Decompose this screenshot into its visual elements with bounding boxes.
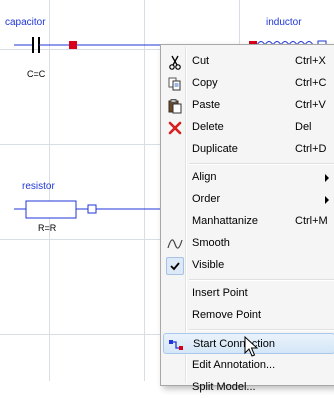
menu-separator [189,279,334,281]
resistor-param: R=R [38,223,57,233]
menu-item-label: Visible [192,259,225,271]
menu-item-label: Remove Point [192,309,262,321]
menu-item-label: Manhattanize [192,215,259,227]
menu-item-label: Edit Annotation... [192,359,276,371]
menu-separator [189,163,334,165]
connection-icon [167,336,185,354]
context-menu: Cut Ctrl+X Copy Ctrl+C Paste Ctrl+V Dele… [160,44,334,393]
inductor-name: inductor [266,17,302,28]
menu-item-align[interactable]: Align [163,167,334,188]
capacitor-port-right[interactable] [69,41,77,49]
menu-item-copy[interactable]: Copy Ctrl+C [163,73,334,94]
menu-item-shortcut: Ctrl+V [295,99,326,111]
menu-item-remove-point[interactable]: Remove Point [163,305,334,326]
menu-item-cut[interactable]: Cut Ctrl+X [163,51,334,72]
menu-item-insert-point[interactable]: Insert Point [163,283,334,304]
submenu-arrow-icon [325,196,329,204]
menu-item-label: Copy [192,77,218,89]
menu-separator [189,329,334,331]
menu-item-manhattanize[interactable]: Manhattanize Ctrl+M [163,211,334,232]
menu-item-paste[interactable]: Paste Ctrl+V [163,95,334,116]
menu-item-split-model[interactable]: Split Model... [163,377,334,398]
menu-item-edit-annotation[interactable]: Edit Annotation... [163,355,334,376]
menu-item-visible[interactable]: Visible [163,255,334,276]
smooth-curve-icon [166,235,184,253]
delete-x-icon [166,119,184,137]
menu-item-shortcut: Del [295,121,312,133]
capacitor-param: C=C [27,69,46,79]
menu-item-delete[interactable]: Delete Del [163,117,334,138]
menu-item-shortcut: Ctrl+M [295,215,328,227]
capacitor-name: capacitor [5,17,46,28]
scissors-icon [166,53,184,71]
menu-item-label: Align [192,171,217,183]
resistor-symbol[interactable] [14,200,160,219]
menu-item-label: Insert Point [192,287,248,299]
menu-item-label: Smooth [192,237,230,249]
menu-item-label: Cut [192,55,210,67]
menu-item-label: Delete [192,121,224,133]
checkmark-icon [166,257,184,275]
menu-item-label: Order [192,193,221,205]
submenu-arrow-icon [325,174,329,182]
menu-item-label: Split Model... [192,381,256,393]
menu-item-label: Duplicate [192,143,238,155]
menu-item-shortcut: Ctrl+C [295,77,327,89]
menu-item-order[interactable]: Order [163,189,334,210]
menu-item-shortcut: Ctrl+X [295,55,326,67]
menu-item-label: Paste [192,99,221,111]
menu-item-label: Start Connection [193,338,275,350]
paste-icon [166,97,184,115]
menu-item-smooth[interactable]: Smooth [163,233,334,254]
copy-icon [166,75,184,93]
menu-item-shortcut: Ctrl+D [295,143,327,155]
mouse-pointer-icon [244,336,258,357]
capacitor-symbol[interactable] [14,37,70,53]
resistor-name: resistor [22,181,55,192]
menu-item-duplicate[interactable]: Duplicate Ctrl+D [163,139,334,160]
